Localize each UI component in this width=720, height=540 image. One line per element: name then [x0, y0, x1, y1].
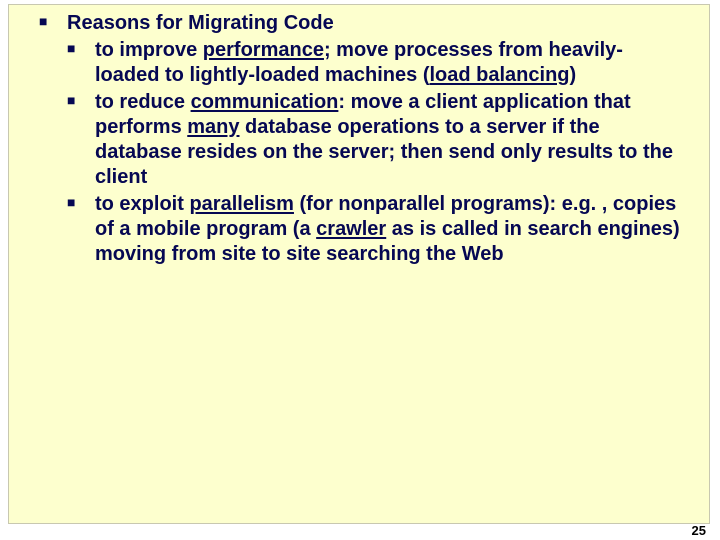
text-run: to exploit	[95, 193, 189, 215]
text-run: to improve	[95, 39, 203, 61]
list-item: ■ to reduce communication: move a client…	[39, 90, 687, 190]
list-item-text: Reasons for Migrating Code	[67, 12, 334, 34]
underlined-text: many	[187, 116, 239, 138]
underlined-text: performance	[203, 39, 324, 61]
square-bullet-icon: ■	[39, 14, 53, 28]
underlined-text: load balancing	[429, 64, 569, 86]
underlined-text: crawler	[316, 218, 386, 240]
square-bullet-icon: ■	[67, 93, 81, 107]
underlined-text: parallelism	[189, 193, 294, 215]
list-item: ■ to improve performance; move processes…	[39, 38, 687, 88]
list-item-text: to reduce communication: move a client a…	[95, 91, 673, 188]
text-run: Reasons for Migrating Code	[67, 12, 334, 34]
page-number: 25	[692, 523, 706, 538]
text-run: )	[570, 64, 577, 86]
square-bullet-icon: ■	[67, 195, 81, 209]
slide: ■ Reasons for Migrating Code ■ to improv…	[0, 0, 720, 540]
square-bullet-icon: ■	[67, 41, 81, 55]
text-run: to reduce	[95, 91, 191, 113]
list-item-text: to improve performance; move processes f…	[95, 39, 623, 86]
underlined-text: communication	[191, 91, 339, 113]
list-item: ■ Reasons for Migrating Code	[39, 11, 687, 36]
list-item: ■ to exploit parallelism (for nonparalle…	[39, 192, 687, 267]
list-item-text: to exploit parallelism (for nonparallel …	[95, 193, 680, 265]
slide-content: ■ Reasons for Migrating Code ■ to improv…	[8, 4, 710, 524]
